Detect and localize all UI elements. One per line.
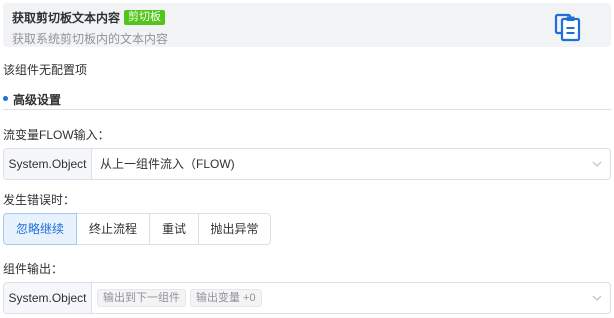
component-header: 获取剪切板文本内容 剪切板 获取系统剪切板内的文本内容 <box>3 3 611 47</box>
bullet-dot-icon <box>3 96 8 101</box>
on-error-options: 忽略继续 终止流程 重试 抛出异常 <box>3 213 271 245</box>
flow-input-label: 流变量FLOW输入： <box>3 128 110 142</box>
component-description: 获取系统剪切板内的文本内容 <box>12 32 169 46</box>
flow-input-value: 从上一组件流入（FLOW) <box>100 157 235 171</box>
component-title: 获取剪切板文本内容 <box>12 11 121 25</box>
output-chips: 输出到下一组件 输出变量 +0 <box>97 289 266 307</box>
on-error-label: 发生错误时： <box>3 193 76 207</box>
output-chip-variable[interactable]: 输出变量 +0 <box>190 289 262 307</box>
no-config-message: 该组件无配置项 <box>3 63 88 77</box>
on-error-option-throw[interactable]: 抛出异常 <box>198 213 271 245</box>
output-type: System.Object <box>4 283 92 313</box>
chevron-down-icon[interactable] <box>592 159 602 169</box>
advanced-settings-title: 高级设置 <box>13 93 62 107</box>
chevron-down-icon[interactable] <box>592 293 602 303</box>
header-title-row: 获取剪切板文本内容 剪切板 <box>12 9 166 26</box>
clipboard-icon <box>554 13 581 42</box>
flow-input-select[interactable]: System.Object 从上一组件流入（FLOW) <box>3 148 611 180</box>
output-select[interactable]: System.Object 输出到下一组件 输出变量 +0 <box>3 282 611 314</box>
on-error-option-ignore[interactable]: 忽略继续 <box>3 213 77 245</box>
on-error-option-retry[interactable]: 重试 <box>149 213 199 245</box>
output-label: 组件输出： <box>3 262 64 276</box>
flow-input-type: System.Object <box>4 149 92 179</box>
category-tag: 剪切板 <box>124 10 166 25</box>
on-error-option-terminate[interactable]: 终止流程 <box>76 213 150 245</box>
output-chip-next[interactable]: 输出到下一组件 <box>97 289 186 307</box>
advanced-settings-header: 高级设置 <box>3 90 611 110</box>
